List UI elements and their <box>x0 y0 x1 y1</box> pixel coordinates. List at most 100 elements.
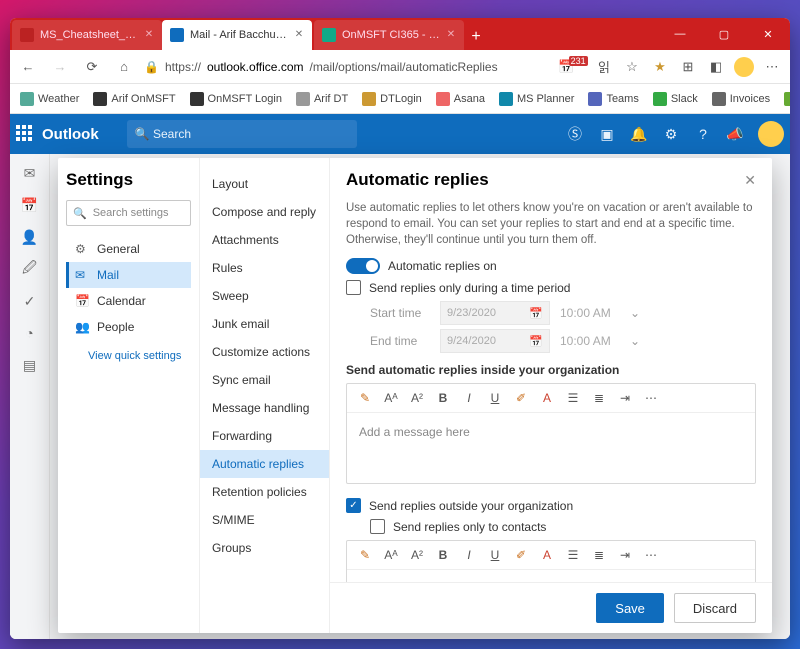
browser-tab[interactable]: Mail - Arif Bacchus - Outlook ✕ <box>162 20 312 50</box>
subnav-retention[interactable]: Retention policies <box>200 478 329 506</box>
whatsnew-icon[interactable]: 📣 <box>726 125 744 143</box>
profile-icon[interactable] <box>732 55 756 79</box>
subnav-rules[interactable]: Rules <box>200 254 329 282</box>
addins-icon[interactable]: ▤ <box>21 356 39 374</box>
bookmark-item[interactable]: MS Planner <box>493 89 580 109</box>
close-icon[interactable]: ✕ <box>446 30 456 40</box>
bookmark-item[interactable]: Pay <box>778 89 790 109</box>
calendar-icon[interactable]: 📅231 <box>564 55 588 79</box>
subnav-junk[interactable]: Junk email <box>200 310 329 338</box>
todo-module-icon[interactable]: ✓ <box>21 292 39 310</box>
search-settings-input[interactable]: 🔍 Search settings <box>66 200 191 226</box>
bookmark-item[interactable]: Asana <box>430 89 491 109</box>
bookmark-item[interactable]: Slack <box>647 89 704 109</box>
settings-nav-general[interactable]: ⚙General <box>66 236 191 262</box>
subnav-compose[interactable]: Compose and reply <box>200 198 329 226</box>
highlighter-icon[interactable]: ✎ <box>357 390 373 406</box>
bookmark-item[interactable]: Invoices <box>706 89 776 109</box>
skype-icon[interactable]: Ⓢ <box>566 125 584 143</box>
more-icon[interactable]: ⋯ <box>760 55 784 79</box>
more-apps-icon[interactable]: ◔ <box>21 324 39 342</box>
home-button[interactable]: ⌂ <box>112 55 136 79</box>
automatic-replies-toggle[interactable] <box>346 258 380 274</box>
highlight-color-icon[interactable]: ✐ <box>513 547 529 563</box>
bullet-list-icon[interactable]: ☰ <box>565 547 581 563</box>
highlight-color-icon[interactable]: ✐ <box>513 390 529 406</box>
settings-nav-mail[interactable]: ✉Mail <box>66 262 191 288</box>
save-button[interactable]: Save <box>596 593 664 623</box>
browser-tab[interactable]: OnMSFT CI365 - Planner ✕ <box>314 20 464 50</box>
subnav-forwarding[interactable]: Forwarding <box>200 422 329 450</box>
italic-icon[interactable]: I <box>461 547 477 563</box>
collections-icon[interactable]: ⊞ <box>676 55 700 79</box>
help-icon[interactable]: ? <box>694 125 712 143</box>
user-avatar[interactable] <box>758 121 784 147</box>
italic-icon[interactable]: I <box>461 390 477 406</box>
favorite-icon[interactable]: ☆ <box>620 55 644 79</box>
subnav-attachments[interactable]: Attachments <box>200 226 329 254</box>
chevron-down-icon[interactable]: ⌄ <box>630 306 640 320</box>
end-time-input[interactable]: 10:00 AM <box>560 334 620 348</box>
bookmark-item[interactable]: DTLogin <box>356 89 428 109</box>
bookmark-item[interactable]: OnMSFT Login <box>184 89 288 109</box>
font-family-icon[interactable]: Aᴬ <box>383 547 399 563</box>
settings-nav-calendar[interactable]: 📅Calendar <box>66 288 191 314</box>
people-module-icon[interactable]: 👤 <box>21 228 39 246</box>
indent-icon[interactable]: ⇥ <box>617 390 633 406</box>
subnav-customize[interactable]: Customize actions <box>200 338 329 366</box>
highlighter-icon[interactable]: ✎ <box>357 547 373 563</box>
url-field[interactable]: 🔒 https://outlook.office.com/mail/option… <box>144 60 556 74</box>
minimize-button[interactable]: — <box>658 18 702 50</box>
start-date-input[interactable]: 9/23/2020📅 <box>440 301 550 325</box>
bullet-list-icon[interactable]: ☰ <box>565 390 581 406</box>
font-color-icon[interactable]: A <box>539 390 555 406</box>
view-quick-settings-link[interactable]: View quick settings <box>66 350 191 362</box>
close-icon[interactable]: ✕ <box>144 30 154 40</box>
number-list-icon[interactable]: ≣ <box>591 547 607 563</box>
read-aloud-icon[interactable]: 읽 <box>592 55 616 79</box>
number-list-icon[interactable]: ≣ <box>591 390 607 406</box>
notifications-icon[interactable]: 🔔 <box>630 125 648 143</box>
favorite-star-icon[interactable]: ★ <box>648 55 672 79</box>
subnav-sync[interactable]: Sync email <box>200 366 329 394</box>
bookmark-item[interactable]: Teams <box>582 89 644 109</box>
discard-button[interactable]: Discard <box>674 593 756 623</box>
subnav-smime[interactable]: S/MIME <box>200 506 329 534</box>
close-dialog-button[interactable]: ✕ <box>744 172 756 189</box>
indent-icon[interactable]: ⇥ <box>617 547 633 563</box>
chevron-down-icon[interactable]: ⌄ <box>630 334 640 348</box>
subnav-handling[interactable]: Message handling <box>200 394 329 422</box>
settings-gear-icon[interactable]: ⚙ <box>662 125 680 143</box>
refresh-button[interactable]: ⟳ <box>80 55 104 79</box>
subnav-sweep[interactable]: Sweep <box>200 282 329 310</box>
more-formatting-icon[interactable]: ⋯ <box>643 390 659 406</box>
font-color-icon[interactable]: A <box>539 547 555 563</box>
outside-org-textarea[interactable]: Add a message here <box>347 570 755 582</box>
font-size-icon[interactable]: A² <box>409 547 425 563</box>
bold-icon[interactable]: B <box>435 390 451 406</box>
bookmark-item[interactable]: Arif OnMSFT <box>87 89 181 109</box>
font-size-icon[interactable]: A² <box>409 390 425 406</box>
more-formatting-icon[interactable]: ⋯ <box>643 547 659 563</box>
screenshot-icon[interactable]: ◧ <box>704 55 728 79</box>
inside-org-textarea[interactable]: Add a message here <box>347 413 755 483</box>
settings-nav-people[interactable]: 👥People <box>66 314 191 340</box>
underline-icon[interactable]: U <box>487 547 503 563</box>
maximize-button[interactable]: ▢ <box>702 18 746 50</box>
forward-button[interactable]: → <box>48 55 72 79</box>
teams-icon[interactable]: ▣ <box>598 125 616 143</box>
calendar-module-icon[interactable]: 📅 <box>21 196 39 214</box>
subnav-layout[interactable]: Layout <box>200 170 329 198</box>
bookmark-item[interactable]: Arif DT <box>290 89 354 109</box>
close-window-button[interactable]: ✕ <box>746 18 790 50</box>
back-button[interactable]: ← <box>16 55 40 79</box>
time-period-checkbox[interactable] <box>346 280 361 295</box>
font-family-icon[interactable]: Aᴬ <box>383 390 399 406</box>
underline-icon[interactable]: U <box>487 390 503 406</box>
start-time-input[interactable]: 10:00 AM <box>560 306 620 320</box>
end-date-input[interactable]: 9/24/2020📅 <box>440 329 550 353</box>
bookmark-item[interactable]: Weather <box>14 89 85 109</box>
subnav-automatic-replies[interactable]: Automatic replies <box>200 450 329 478</box>
bold-icon[interactable]: B <box>435 547 451 563</box>
mail-module-icon[interactable]: ✉ <box>21 164 39 182</box>
